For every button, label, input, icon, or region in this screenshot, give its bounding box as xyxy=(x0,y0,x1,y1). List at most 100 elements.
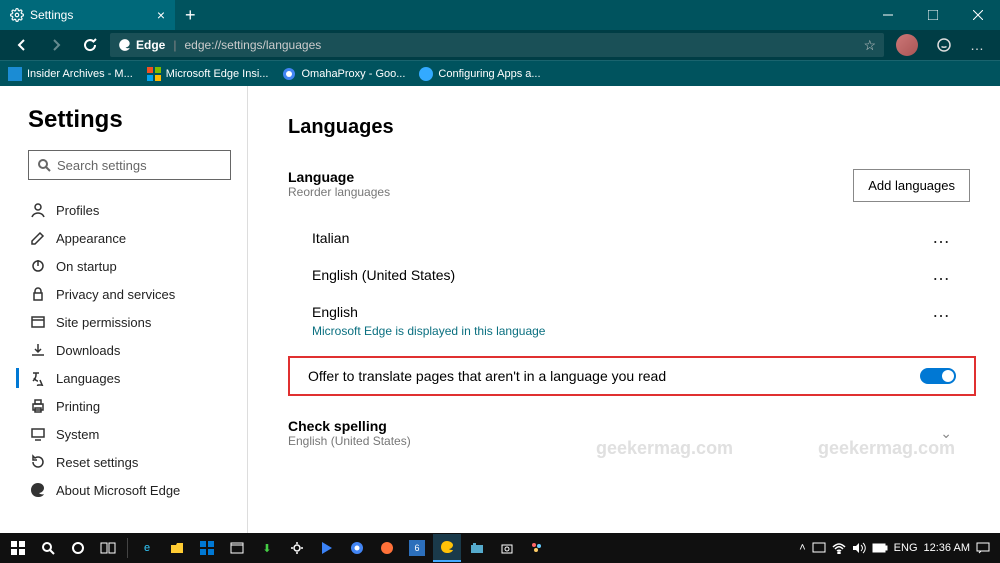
favorite-star-icon[interactable]: ☆ xyxy=(863,37,876,54)
spell-heading: Check spelling xyxy=(288,418,411,434)
bookmark-item[interactable]: Configuring Apps a... xyxy=(419,67,540,81)
language-row[interactable]: Italian… xyxy=(288,219,998,256)
tray-clock[interactable]: 12:36 AM xyxy=(924,542,970,554)
taskbar-app-icon[interactable] xyxy=(313,534,341,562)
taskbar-app-icon[interactable] xyxy=(373,534,401,562)
close-tab-icon[interactable]: × xyxy=(157,7,165,23)
bookmark-icon xyxy=(282,67,296,81)
bookmarks-bar: Insider Archives - M... Microsoft Edge I… xyxy=(0,60,1000,86)
sidebar-item-printing[interactable]: Printing xyxy=(28,392,231,420)
sidebar-item-reset[interactable]: Reset settings xyxy=(28,448,231,476)
settings-title: Settings xyxy=(28,106,231,134)
page-title: Languages xyxy=(288,116,998,139)
translate-label: Offer to translate pages that aren't in … xyxy=(308,368,666,384)
cortana-icon[interactable] xyxy=(64,534,92,562)
more-icon[interactable]: … xyxy=(932,227,952,248)
taskbar-app-icon[interactable] xyxy=(283,534,311,562)
taskview-icon[interactable] xyxy=(94,534,122,562)
search-settings-input[interactable]: Search settings xyxy=(28,150,231,180)
gear-icon xyxy=(10,8,24,22)
add-languages-button[interactable]: Add languages xyxy=(853,169,970,202)
language-row[interactable]: English (United States)… xyxy=(288,256,998,293)
feedback-icon[interactable] xyxy=(930,31,958,59)
sidebar-item-downloads[interactable]: Downloads xyxy=(28,336,231,364)
download-icon xyxy=(30,342,46,358)
taskbar-app-icon[interactable] xyxy=(163,534,191,562)
content-area: geekermag.com geekermag.com Settings Sea… xyxy=(0,86,1000,533)
more-icon[interactable]: … xyxy=(932,301,952,322)
settings-sidebar: Settings Search settings Profiles Appear… xyxy=(0,86,248,533)
tray-notifications-icon[interactable] xyxy=(976,542,990,554)
sidebar-item-appearance[interactable]: Appearance xyxy=(28,224,231,252)
language-heading: Language xyxy=(288,169,390,185)
taskbar-app-icon[interactable] xyxy=(493,534,521,562)
language-row[interactable]: English… xyxy=(288,293,998,324)
edge-icon xyxy=(30,482,46,498)
site-icon xyxy=(30,314,46,330)
profile-icon xyxy=(30,202,46,218)
forward-button[interactable] xyxy=(42,31,70,59)
appearance-icon xyxy=(30,230,46,246)
taskbar-app-icon[interactable] xyxy=(433,534,461,562)
back-button[interactable] xyxy=(8,31,36,59)
sidebar-item-sitepermissions[interactable]: Site permissions xyxy=(28,308,231,336)
maximize-button[interactable] xyxy=(910,0,955,30)
refresh-button[interactable] xyxy=(76,31,104,59)
bookmark-item[interactable]: Microsoft Edge Insi... xyxy=(147,67,269,81)
taskbar-app-icon[interactable] xyxy=(463,534,491,562)
more-icon[interactable]: … xyxy=(932,264,952,285)
taskbar: e ⬇ 6 ˄ ENG 12:36 AM xyxy=(0,533,1000,563)
search-icon xyxy=(37,158,51,172)
address-url: edge://settings/languages xyxy=(184,38,321,52)
taskbar-app-icon[interactable] xyxy=(193,534,221,562)
lock-icon xyxy=(30,286,46,302)
language-note: Microsoft Edge is displayed in this lang… xyxy=(288,324,998,350)
translate-toggle[interactable] xyxy=(920,368,956,384)
taskbar-app-icon[interactable] xyxy=(343,534,371,562)
chevron-down-icon[interactable]: ⌄ xyxy=(940,425,952,442)
tray-battery-icon[interactable] xyxy=(872,543,888,553)
browser-tab[interactable]: Settings × xyxy=(0,0,175,30)
system-tray: ˄ ENG 12:36 AM xyxy=(799,542,996,554)
search-taskbar-icon[interactable] xyxy=(34,534,62,562)
reset-icon xyxy=(30,454,46,470)
sidebar-item-profiles[interactable]: Profiles xyxy=(28,196,231,224)
language-icon xyxy=(30,370,46,386)
start-button[interactable] xyxy=(4,534,32,562)
navbar: Edge | edge://settings/languages ☆ … xyxy=(0,30,1000,60)
taskbar-app-icon[interactable] xyxy=(223,534,251,562)
address-bar[interactable]: Edge | edge://settings/languages ☆ xyxy=(110,33,884,57)
sidebar-item-startup[interactable]: On startup xyxy=(28,252,231,280)
tray-chevron-icon[interactable]: ˄ xyxy=(799,542,805,554)
profile-avatar[interactable] xyxy=(896,34,918,56)
language-sub: Reorder languages xyxy=(288,185,390,199)
taskbar-app-icon[interactable]: e xyxy=(133,534,161,562)
settings-main-pane: Languages Language Reorder languages Add… xyxy=(248,86,1000,533)
bookmark-item[interactable]: OmahaProxy - Goo... xyxy=(282,67,405,81)
tray-wifi-icon[interactable] xyxy=(832,542,846,554)
edge-engine-label: Edge xyxy=(118,38,165,52)
bookmark-icon xyxy=(8,67,22,81)
tray-volume-icon[interactable] xyxy=(852,542,866,554)
sidebar-item-languages[interactable]: Languages xyxy=(28,364,231,392)
bookmark-item[interactable]: Insider Archives - M... xyxy=(8,67,133,81)
spell-sub: English (United States) xyxy=(288,434,411,448)
new-tab-button[interactable]: + xyxy=(175,5,206,26)
bookmark-icon xyxy=(419,67,433,81)
minimize-button[interactable] xyxy=(865,0,910,30)
search-placeholder: Search settings xyxy=(57,158,147,173)
tab-title: Settings xyxy=(30,8,73,22)
taskbar-app-icon[interactable] xyxy=(523,534,551,562)
more-menu-icon[interactable]: … xyxy=(964,31,992,59)
printer-icon xyxy=(30,398,46,414)
tray-cast-icon[interactable] xyxy=(812,542,826,554)
sidebar-item-about[interactable]: About Microsoft Edge xyxy=(28,476,231,504)
taskbar-app-icon[interactable]: 6 xyxy=(403,534,431,562)
system-icon xyxy=(30,426,46,442)
taskbar-app-icon[interactable]: ⬇ xyxy=(253,534,281,562)
sidebar-item-privacy[interactable]: Privacy and services xyxy=(28,280,231,308)
close-window-button[interactable] xyxy=(955,0,1000,30)
tray-language[interactable]: ENG xyxy=(894,542,918,554)
translate-setting-row: Offer to translate pages that aren't in … xyxy=(288,356,976,396)
sidebar-item-system[interactable]: System xyxy=(28,420,231,448)
